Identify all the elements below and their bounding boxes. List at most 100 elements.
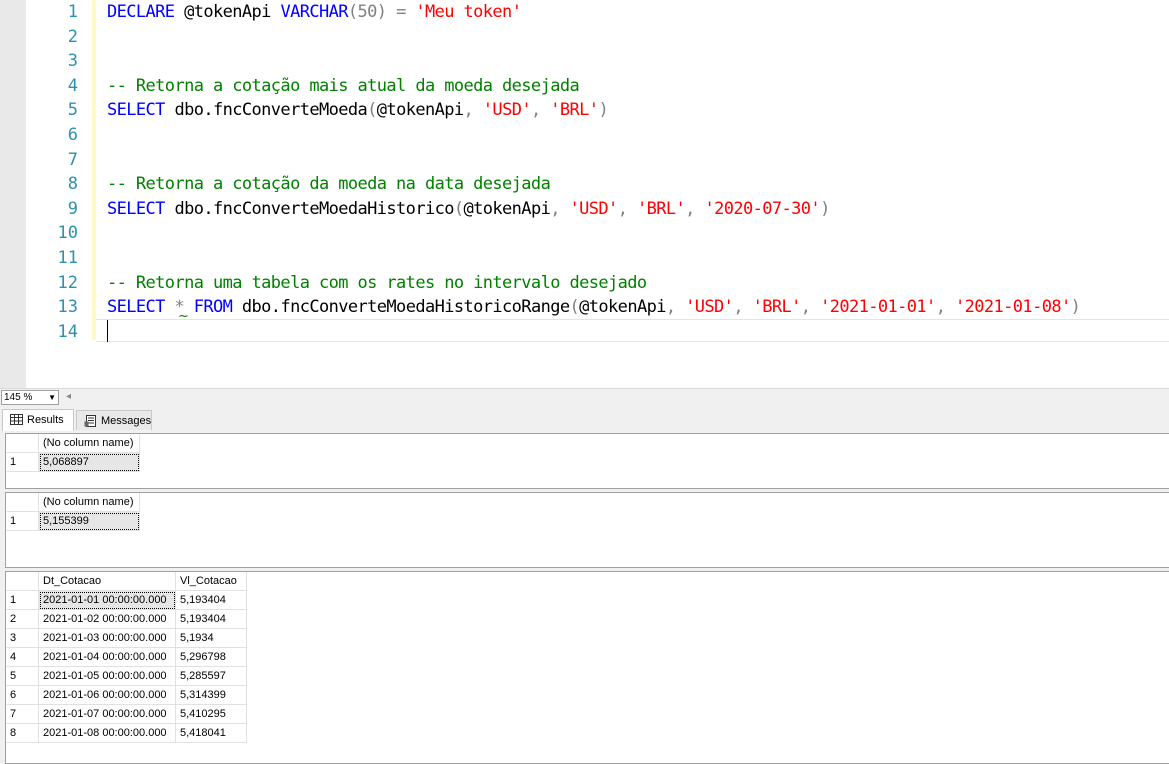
row-number[interactable]: 7: [6, 704, 39, 724]
code-line-select[interactable]: SELECT dbo.fncConverteMoeda(@tokenApi, '…: [107, 98, 609, 123]
change-tracking-bar: [92, 0, 96, 340]
string-literal: 'BRL': [636, 198, 686, 219]
date-cell[interactable]: 2021-01-03 00:00:00.000: [38, 628, 176, 648]
punctuation: ,: [665, 297, 686, 318]
column-header[interactable]: (No column name): [38, 434, 140, 453]
row-number[interactable]: 8: [6, 723, 39, 743]
table-row[interactable]: 1 2021-01-01 00:00:00.000 5,193404: [6, 590, 247, 610]
row-header-corner[interactable]: [6, 572, 39, 591]
string-literal: '2021-01-08': [954, 297, 1071, 318]
table-row[interactable]: 2 2021-01-02 00:00:00.000 5,193404: [6, 609, 247, 629]
table-row[interactable]: 4 2021-01-04 00:00:00.000 5,296798: [6, 647, 247, 667]
row-number[interactable]: 2: [6, 609, 39, 629]
variable: @tokenApi: [376, 100, 464, 121]
punctuation: ): [820, 198, 830, 219]
punctuation: ,: [733, 297, 753, 318]
table-row[interactable]: 3 2021-01-03 00:00:00.000 5,1934: [6, 628, 247, 648]
value-cell[interactable]: 5,193404: [175, 609, 247, 629]
punctuation: (50) =: [347, 2, 416, 22]
current-line-highlight: [96, 319, 1169, 342]
table-row[interactable]: 6 2021-01-06 00:00:00.000 5,314399: [6, 685, 247, 705]
line-number: 2: [67, 26, 78, 47]
scroll-left-icon[interactable]: ◂: [66, 391, 71, 402]
row-number[interactable]: 1: [6, 511, 39, 531]
punctuation: ,: [463, 100, 483, 121]
row-number[interactable]: 5: [6, 666, 39, 686]
value-cell[interactable]: 5,314399: [175, 685, 247, 705]
table-row[interactable]: 1 5,068897: [6, 452, 140, 472]
punctuation: ,: [550, 198, 570, 219]
string-literal: 'USD': [482, 100, 532, 121]
line-number: 7: [67, 149, 78, 170]
row-number[interactable]: 4: [6, 647, 39, 667]
result-grid-3[interactable]: Dt_Cotacao Vl_Cotacao 1 2021-01-01 00:00…: [5, 571, 1169, 764]
tab-messages[interactable]: Messages: [76, 410, 152, 430]
row-number[interactable]: 6: [6, 685, 39, 705]
date-cell[interactable]: 2021-01-02 00:00:00.000: [38, 609, 176, 629]
value-cell[interactable]: 5,1934: [175, 628, 247, 648]
value-cell[interactable]: 5,193404: [175, 590, 247, 610]
code-line-select-from[interactable]: SELECT * FROM dbo.fncConverteMoedaHistor…: [107, 295, 1081, 320]
table-row[interactable]: 7 2021-01-07 00:00:00.000 5,410295: [6, 704, 247, 724]
function-name: dbo.fncConverteMoedaHistorico: [164, 198, 454, 219]
punctuation: ): [1070, 297, 1081, 318]
variable: @tokenApi: [579, 297, 666, 318]
zoom-select[interactable]: 145 % ▼: [1, 390, 59, 405]
tab-messages-label: Messages: [101, 415, 152, 427]
header-row: (No column name): [6, 434, 140, 453]
column-header-dt-cotacao[interactable]: Dt_Cotacao: [38, 572, 176, 591]
value-cell[interactable]: 5,410295: [175, 704, 247, 724]
line-number: 5: [67, 100, 78, 121]
tab-results-label: Results: [27, 414, 64, 426]
column-header[interactable]: (No column name): [38, 493, 140, 512]
tab-results[interactable]: Results: [2, 409, 74, 432]
results-tab-bar: Results Messages: [0, 407, 1169, 432]
code-line-declare[interactable]: DECLARE @tokenApi VARCHAR(50) = 'Meu tok…: [107, 0, 522, 25]
keyword: SELECT: [107, 297, 165, 318]
result-cell[interactable]: 5,155399: [38, 511, 140, 531]
row-number[interactable]: 3: [6, 628, 39, 648]
code-comment[interactable]: -- Retorna uma tabela com os rates no in…: [107, 271, 647, 296]
result-table: (No column name) 1 5,155399: [6, 493, 140, 531]
keyword: DECLARE: [107, 2, 175, 22]
table-row[interactable]: 5 2021-01-05 00:00:00.000 5,285597: [6, 666, 247, 686]
keyword: VARCHAR: [280, 2, 348, 22]
date-cell[interactable]: 2021-01-05 00:00:00.000: [38, 666, 176, 686]
row-header-corner[interactable]: [6, 434, 39, 453]
column-header-vl-cotacao[interactable]: Vl_Cotacao: [175, 572, 247, 591]
date-cell[interactable]: 2021-01-08 00:00:00.000: [38, 723, 176, 743]
date-cell[interactable]: 2021-01-06 00:00:00.000: [38, 685, 176, 705]
string-literal: '2020-07-30': [704, 198, 821, 219]
value-cell[interactable]: 5,296798: [175, 647, 247, 667]
value-cell[interactable]: 5,418041: [175, 723, 247, 743]
variable: @tokenApi: [174, 2, 281, 22]
query-editor[interactable]: 1 2 3 4 5 6 7 8 9 10 11 12 13 14 DECLARE…: [0, 0, 1169, 388]
code-line-select[interactable]: SELECT dbo.fncConverteMoedaHistorico(@to…: [107, 197, 830, 222]
line-number: 14: [57, 321, 78, 342]
punctuation: ,: [685, 198, 705, 219]
header-row: Dt_Cotacao Vl_Cotacao: [6, 572, 247, 591]
date-cell[interactable]: 2021-01-01 00:00:00.000: [38, 590, 176, 610]
result-table: Dt_Cotacao Vl_Cotacao 1 2021-01-01 00:00…: [6, 572, 247, 743]
results-area: (No column name) 1 5,068897 (No column n…: [0, 431, 1169, 764]
code-comment[interactable]: -- Retorna a cotação da moeda na data de…: [107, 172, 551, 197]
grid-icon: [10, 414, 23, 427]
line-number: 6: [67, 125, 78, 145]
code-comment[interactable]: -- Retorna a cotação mais atual da moeda…: [107, 74, 580, 99]
table-row[interactable]: 1 5,155399: [6, 511, 140, 531]
line-number: 11: [57, 248, 78, 268]
value-cell[interactable]: 5,285597: [175, 666, 247, 686]
string-literal: 'BRL': [550, 100, 599, 121]
row-header-corner[interactable]: [6, 493, 39, 512]
row-number[interactable]: 1: [6, 452, 39, 472]
date-cell[interactable]: 2021-01-07 00:00:00.000: [38, 704, 176, 724]
result-grid-1[interactable]: (No column name) 1 5,068897: [5, 433, 1169, 489]
table-row[interactable]: 8 2021-01-08 00:00:00.000 5,418041: [6, 723, 247, 743]
editor-status-bar: 145 % ▼ ◂: [0, 388, 1169, 407]
keyword: FROM: [193, 297, 233, 318]
date-cell[interactable]: 2021-01-04 00:00:00.000: [38, 647, 176, 667]
row-number[interactable]: 1: [6, 590, 39, 610]
result-cell[interactable]: 5,068897: [38, 452, 140, 472]
header-row: (No column name): [6, 493, 140, 512]
result-grid-2[interactable]: (No column name) 1 5,155399: [5, 492, 1169, 568]
